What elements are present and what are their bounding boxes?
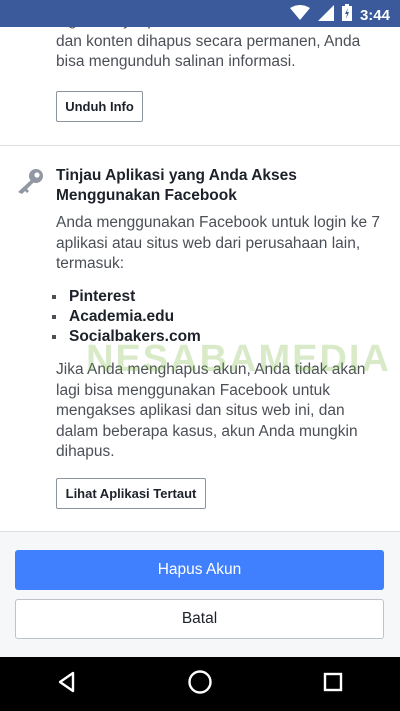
content-area[interactable]: login menyimpan informasi ini sebelum ak… (0, 0, 400, 531)
footer-actions: Hapus Akun Batal (0, 531, 400, 657)
view-linked-apps-button[interactable]: Lihat Aplikasi Tertaut (56, 478, 206, 509)
apps-section-title: Tinjau Aplikasi yang Anda Akses Mengguna… (56, 167, 297, 204)
bullet (52, 315, 56, 319)
list-item: Pinterest (52, 287, 201, 307)
back-button[interactable] (37, 662, 97, 706)
bullet (52, 335, 56, 339)
list-item: Socialbakers.com (52, 327, 201, 347)
signal-icon (317, 4, 334, 26)
home-button[interactable] (170, 662, 230, 706)
wifi-icon (289, 4, 310, 26)
delete-account-button[interactable]: Hapus Akun (15, 550, 384, 590)
app-name: Socialbakers.com (69, 328, 201, 345)
key-icon (15, 168, 45, 194)
app-name: Academia.edu (69, 308, 175, 325)
apps-warning-text: Jika Anda menghapus akun, Anda tidak aka… (56, 361, 366, 460)
list-item: Academia.edu (52, 307, 201, 327)
recents-icon (323, 672, 343, 697)
app-name: Pinterest (69, 288, 136, 305)
recents-button[interactable] (303, 662, 363, 706)
status-time: 3:44 (359, 6, 390, 24)
battery-icon (341, 4, 352, 26)
status-bar: 3:44 (0, 0, 400, 27)
apps-section-description: Anda menggunakan Facebook untuk login ke… (56, 214, 381, 272)
back-icon (57, 671, 77, 698)
home-icon (187, 669, 213, 700)
download-info-button[interactable]: Unduh Info (56, 91, 143, 122)
section-divider (0, 145, 400, 146)
status-icons: 3:44 (289, 4, 390, 26)
bullet (52, 295, 56, 299)
app-list: Pinterest Academia.edu Socialbakers.com (52, 287, 201, 347)
navigation-bar (0, 657, 400, 711)
cancel-button[interactable]: Batal (15, 599, 384, 639)
